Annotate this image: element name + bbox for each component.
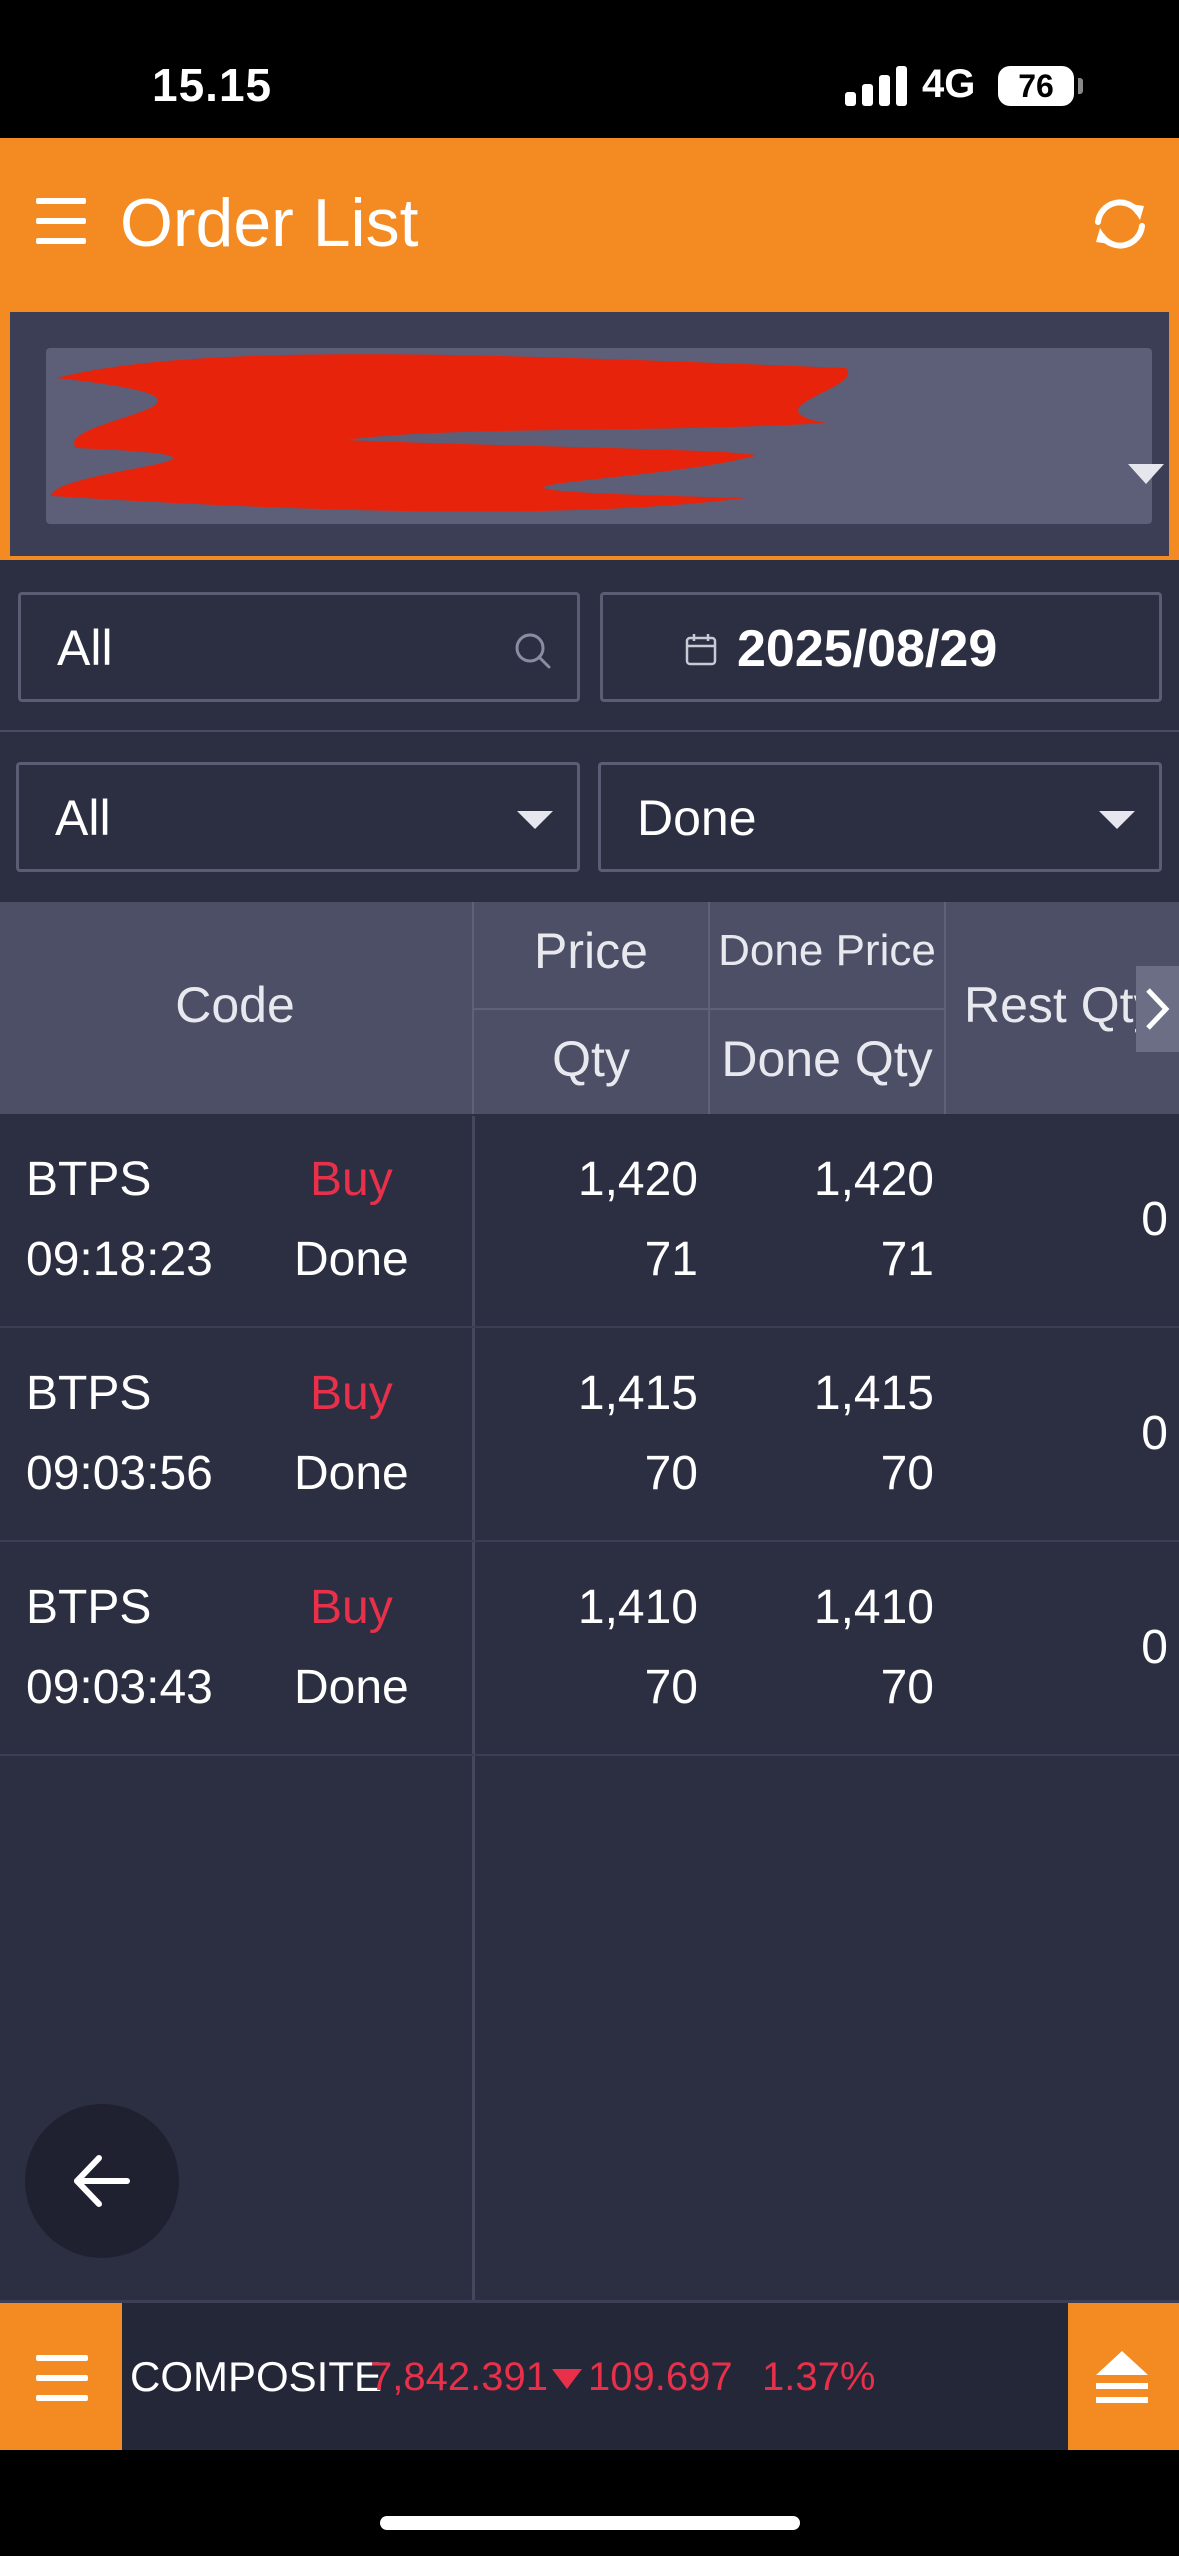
status-bar: 15.15 4G 76	[0, 0, 1179, 138]
battery-icon: 76	[998, 66, 1074, 106]
home-area	[0, 2450, 1179, 2556]
chevron-down-icon	[517, 811, 553, 829]
code-search-value: All	[57, 620, 113, 676]
cell-side: Buy	[310, 1581, 393, 1634]
redaction-mark	[51, 354, 849, 512]
cell-price: 1,410	[577, 1581, 698, 1634]
header-row-divider	[474, 1008, 944, 1010]
account-panel	[0, 308, 1179, 560]
cell-qty: 70	[644, 1447, 698, 1500]
refresh-icon[interactable]	[1088, 192, 1152, 256]
app-header: Order List	[0, 138, 1179, 308]
cell-time: 09:18:23	[26, 1233, 213, 1286]
cell-status: Done	[294, 1661, 409, 1714]
header-done-price: Done Price	[718, 926, 936, 975]
cell-rest-qty: 0	[1141, 1193, 1168, 1246]
cell-done-qty: 71	[880, 1233, 934, 1286]
header-code: Code	[175, 977, 295, 1033]
back-arrow-icon	[74, 2155, 130, 2207]
chevron-down-icon	[1099, 811, 1135, 829]
account-panel-inner	[10, 312, 1169, 556]
ticker-menu-button[interactable]	[0, 2303, 122, 2453]
cell-status: Done	[294, 1233, 409, 1286]
chevron-right-icon	[1146, 988, 1170, 1030]
cell-done-price: 1,410	[813, 1581, 934, 1634]
search-icon[interactable]	[513, 631, 553, 671]
status-time: 15.15	[152, 59, 273, 111]
cell-side: Buy	[310, 1153, 393, 1206]
cell-rest-qty: 0	[1141, 1407, 1168, 1460]
cell-time: 09:03:43	[26, 1661, 213, 1714]
triangle-down-icon	[552, 2369, 582, 2389]
battery-tip	[1078, 78, 1083, 94]
index-value: 7,842.391	[370, 2355, 548, 2399]
cell-done-qty: 70	[880, 1447, 934, 1500]
cell-price: 1,420	[577, 1153, 698, 1206]
cell-side: Buy	[310, 1367, 393, 1420]
header-price: Price	[534, 923, 648, 979]
signal-strength-icon	[845, 66, 907, 106]
header-done-qty: Done Qty	[721, 1031, 933, 1087]
index-ticker-bar: COMPOSITE 7,842.391 109.697 1.37%	[0, 2300, 1179, 2453]
date-value: 2025/08/29	[737, 620, 998, 678]
scroll-right-button[interactable]	[1136, 966, 1179, 1052]
divider	[0, 730, 1179, 732]
cell-code: BTPS	[26, 1153, 152, 1206]
cell-status: Done	[294, 1447, 409, 1500]
index-name: COMPOSITE	[130, 2353, 383, 2400]
index-percent: 1.37%	[762, 2355, 876, 2399]
page-title: Order List	[120, 185, 419, 261]
cell-rest-qty: 0	[1141, 1621, 1168, 1674]
cell-done-qty: 70	[880, 1661, 934, 1714]
hamburger-menu-icon[interactable]	[36, 198, 86, 244]
code-search-field[interactable]: All	[18, 592, 580, 702]
table-row[interactable]: BTPS Buy 09:03:43 Done 1,410 70 1,410 70 0	[0, 1544, 1179, 1756]
table-row[interactable]: BTPS Buy 09:18:23 Done 1,420 71 1,420 71 0	[0, 1116, 1179, 1328]
cell-done-price: 1,420	[813, 1153, 934, 1206]
date-field[interactable]: 2025/08/29	[600, 592, 1162, 702]
table-row[interactable]: BTPS Buy 09:03:56 Done 1,415 70 1,415 70 0	[0, 1330, 1179, 1542]
cell-time: 09:03:56	[26, 1447, 213, 1500]
status-dropdown-value: Done	[637, 790, 757, 846]
cell-code: BTPS	[26, 1581, 152, 1634]
cell-price: 1,415	[577, 1367, 698, 1420]
table-header: Code Price Qty Done Price Done Qty Rest …	[0, 902, 1179, 1114]
cell-qty: 70	[644, 1661, 698, 1714]
cell-code: BTPS	[26, 1367, 152, 1420]
status-dropdown[interactable]: Done	[598, 762, 1162, 872]
collapse-up-button[interactable]	[1068, 2303, 1179, 2453]
cell-qty: 71	[644, 1233, 698, 1286]
calendar-icon	[685, 634, 717, 666]
back-button[interactable]	[25, 2104, 179, 2258]
side-dropdown-value: All	[55, 790, 111, 846]
home-indicator[interactable]	[380, 2516, 800, 2530]
account-select[interactable]	[46, 348, 1164, 524]
network-type: 4G	[922, 62, 976, 106]
collapse-up-icon	[1096, 2351, 1148, 2403]
cell-done-price: 1,415	[813, 1367, 934, 1420]
header-qty: Qty	[552, 1031, 630, 1087]
chevron-down-icon[interactable]	[1128, 464, 1164, 484]
index-change: 109.697	[588, 2355, 733, 2399]
side-dropdown[interactable]: All	[16, 762, 580, 872]
